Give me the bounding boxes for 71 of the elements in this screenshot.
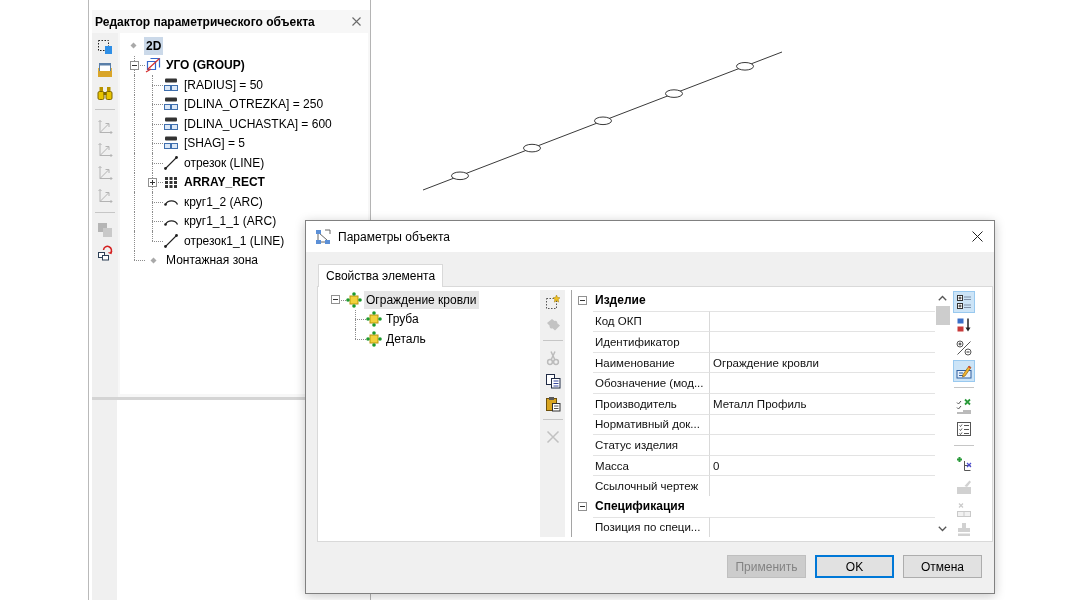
binoculars-icon[interactable] [97,84,113,101]
scrollbar-thumb[interactable] [935,306,950,325]
property-name: Нормативный док... [593,413,710,435]
variable-icon [163,76,179,93]
collapse-icon[interactable] [578,295,587,305]
value-field[interactable]: Металл Профиль [710,392,935,414]
categorized-icon[interactable] [953,290,975,313]
value-field[interactable]: 0 [710,454,935,476]
tree-item[interactable]: круг1_1_1 (ARC) [182,212,279,231]
tree-item[interactable]: [DLINA_UCHASTKA] = 600 [182,114,334,133]
variable-icon [163,96,179,113]
cube-icon [145,57,161,74]
tree-item[interactable]: [DLINA_OTREZKA] = 250 [182,95,326,114]
line-segment-icon [163,232,179,249]
line-segment-icon [163,154,179,171]
grid-icon [163,174,179,191]
tree-item[interactable]: УГО (GROUP) [164,56,247,75]
selection-icon[interactable] [97,38,113,55]
list-icon[interactable] [956,420,972,437]
component-icon [366,330,382,347]
property-name: Позиция по специ... [593,516,710,537]
property-name: Статус изделия [593,434,710,455]
cancel-button[interactable]: Отмена [903,555,982,578]
variable-icon [163,135,179,152]
collapse-icon[interactable] [578,501,587,511]
category-header: Спецификация [594,498,686,516]
ok-button[interactable]: OK [815,555,894,578]
category-header: Изделие [594,292,647,310]
tree-item[interactable]: отрезок (LINE) [182,153,267,172]
tree-item[interactable]: круг1_2 (ARC) [182,192,265,211]
tree-item[interactable]: [RADIUS] = 50 [182,75,266,94]
paste-icon[interactable] [544,395,561,412]
tree-item[interactable]: Монтажная зона [164,251,260,270]
checklist-icon[interactable] [956,397,972,414]
tree-item[interactable]: отрезок1_1 (LINE) [182,231,287,250]
component-icon [366,311,382,328]
refresh-icon[interactable] [97,244,113,261]
close-icon[interactable] [972,231,983,242]
tree-item[interactable]: [SHAG] = 5 [182,134,248,153]
collapse-icon[interactable] [129,60,139,70]
expand-collapse-icon[interactable] [956,339,972,356]
arc-icon [163,197,179,207]
scroll-down-icon[interactable] [938,526,947,532]
property-name: Код ОКП [593,310,710,332]
tree-item[interactable]: Ограждение кровли [364,290,479,309]
property-name: Обозначение (мод... [593,372,710,393]
edit-icon[interactable] [953,359,975,382]
window-title: Параметры объекта [338,229,452,244]
property-name: Ссылочный чертеж [593,475,710,496]
tree-item[interactable]: Труба [384,310,421,329]
tree-item[interactable]: ARRAY_RECT [182,173,267,192]
new-item-icon[interactable] [544,293,561,310]
tab[interactable]: Свойства элемента [318,264,444,287]
collapse-icon[interactable] [330,295,340,305]
tree-item[interactable]: Деталь [384,329,428,348]
property-name: Идентификатор [593,331,710,352]
property-name: Масса [593,454,710,476]
scroll-up-icon[interactable] [938,295,947,301]
copy-icon[interactable] [544,372,561,389]
component-icon [346,291,362,308]
value-field[interactable]: Ограждение кровли [710,351,935,373]
expand-icon[interactable] [147,177,157,187]
tree-add-icon[interactable] [956,455,972,472]
hierarchy-icon [315,228,331,245]
property-name: Наименование [593,351,710,373]
variable-icon [163,115,179,132]
property-name: Производитель [593,392,710,414]
tree-item[interactable]: 2D [144,36,164,55]
panel-title: Редактор параметрического объекта [95,14,315,29]
sort-icon[interactable] [956,316,972,333]
folder-window-icon[interactable] [97,61,113,78]
